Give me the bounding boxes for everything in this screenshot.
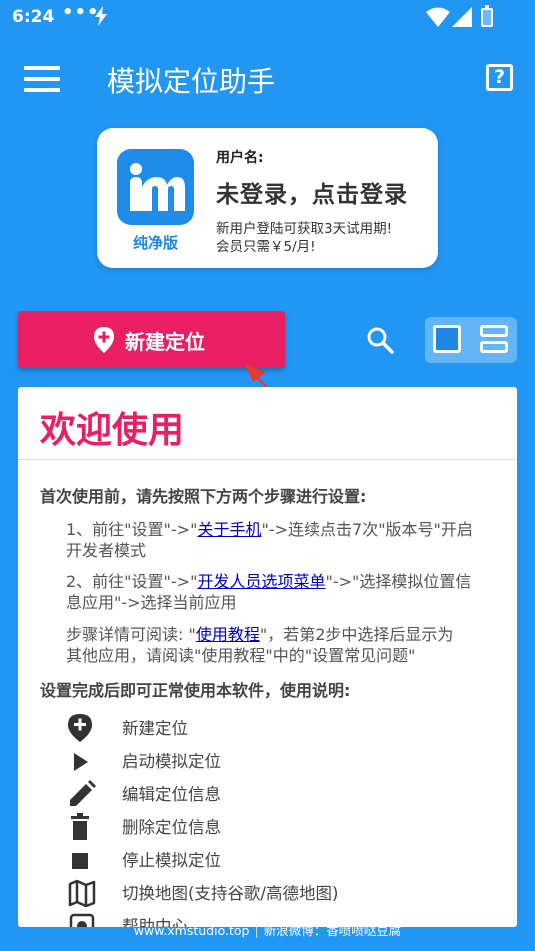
login-link[interactable]: 未登录，点击登录 [216,175,408,209]
feature-label: 启动模拟定位 [122,752,221,771]
status-bar: 6:24 ••• [0,0,535,36]
add-location-icon [94,327,114,357]
step3-continued: 其他应用，请阅读"使用教程"中的"设置常见问题" [66,646,416,665]
app-logo [117,149,194,225]
app-title: 模拟定位助手 [107,65,276,98]
step1-text: 1、前往"设置"->"关于手机"->连续点击7次"版本号"开启 [66,518,473,541]
feature-item: 停止模拟定位 [62,844,462,874]
feature-label: 删除定位信息 [122,818,221,837]
user-card[interactable]: 纯净版 用户名: 未登录，点击登录 新用户登陆可获取3天试用期! 会员只需￥5/… [97,128,438,268]
feature-item: 切换地图(支持谷歌/高德地图) [62,877,462,908]
developer-options-link[interactable]: 开发人员选项菜单 [197,572,325,591]
feature-item: 新建定位 [62,712,462,742]
battery-icon [481,5,493,27]
step1-suffix: "->连续点击7次"版本号"开启 [261,520,473,539]
new-location-label: 新建定位 [125,330,205,354]
step1-prefix: 1、前往"设置"->" [66,520,198,539]
single-view-icon[interactable] [433,325,461,353]
welcome-title: 欢迎使用 [40,410,185,451]
app-toolbar: 模拟定位助手 ? [0,36,535,120]
footer-site[interactable]: www.xmstudio.top [134,923,250,938]
promo-trial: 新用户登陆可获取3天试用期! [216,221,393,237]
charging-bolt-icon [94,6,108,31]
step1-continued: 开发者模式 [66,541,147,560]
status-time: 6:24 [12,7,55,27]
add-location-icon [68,714,96,742]
step2-continued: 息应用"->选择当前应用 [66,593,237,612]
welcome-panel: 欢迎使用 首次使用前，请先按照下方两个步骤进行设置: 1、前往"设置"->"关于… [18,387,517,927]
promo-price: 会员只需￥5/月! [216,239,316,255]
wifi-icon [426,7,450,32]
footer-weibo[interactable]: 新浪微博：香喷喷哒豆腐 [264,923,402,938]
footer: www.xmstudio.top | 新浪微博：香喷喷哒豆腐 [0,920,535,940]
username-label: 用户名: [216,150,264,166]
step2-prefix: 2、前往"设置"->" [66,572,198,591]
edition-label: 纯净版 [132,234,178,252]
feature-item: 编辑定位信息 [62,778,462,808]
feature-item: 删除定位信息 [62,811,462,841]
stop-icon [68,846,96,874]
step2-text: 2、前往"设置"->"开发人员选项菜单"->"选择模拟位置信 [66,570,471,593]
view-mode-toggle[interactable] [425,317,517,363]
intro-text: 首次使用前，请先按照下方两个步骤进行设置: [40,487,367,506]
feature-label: 编辑定位信息 [122,785,221,804]
help-button[interactable]: ? [486,64,513,91]
split-view-icon[interactable] [480,325,508,353]
tutorial-link[interactable]: 使用教程 [196,625,260,644]
pencil-icon [68,780,96,808]
step3-prefix: 步骤详情可阅读: " [66,625,196,644]
search-icon[interactable] [366,326,394,358]
step3-suffix: "，若第2步中选择后显示为 [259,625,454,644]
divider [18,459,517,460]
map-icon [68,879,96,908]
usage-title: 设置完成后即可正常使用本软件，使用说明: [40,681,351,700]
feature-label: 切换地图(支持谷歌/高德地图) [122,884,339,903]
step2-suffix: "->"选择模拟位置信 [325,572,472,591]
play-icon [68,747,96,775]
signal-icon [452,7,472,32]
feature-item: 启动模拟定位 [62,745,462,775]
feature-label: 新建定位 [122,719,188,738]
footer-separator: | [254,923,259,938]
feature-label: 停止模拟定位 [122,851,221,870]
menu-icon[interactable] [24,66,60,92]
trash-icon [68,813,96,841]
step3-text: 步骤详情可阅读: "使用教程"，若第2步中选择后显示为 [66,623,453,646]
about-phone-link[interactable]: 关于手机 [197,520,261,539]
